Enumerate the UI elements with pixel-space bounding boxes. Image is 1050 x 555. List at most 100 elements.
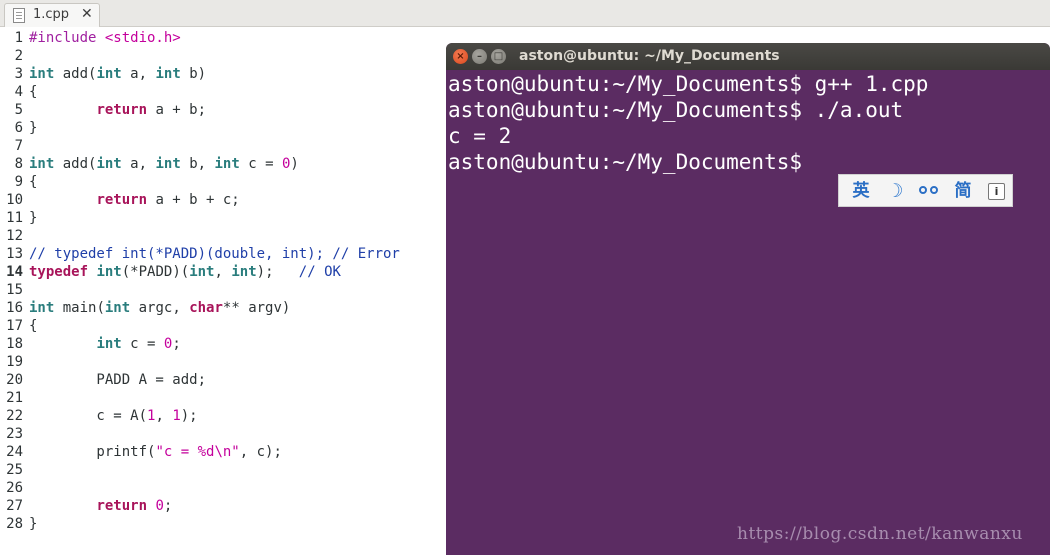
code-token: int	[29, 300, 55, 316]
code-line[interactable]: 12	[0, 227, 450, 245]
line-number: 11	[6, 210, 23, 226]
charset-toggle-button[interactable]: 简	[951, 179, 975, 203]
line-number: 8	[14, 156, 23, 172]
code-text: }	[29, 515, 37, 533]
code-text: return a + b;	[29, 101, 206, 119]
terminal-prompt-line[interactable]: aston@ubuntu:~/My_Documents$	[448, 149, 802, 175]
code-line[interactable]: 11}	[0, 209, 450, 227]
code-line[interactable]: 28}	[0, 515, 450, 533]
code-token: typedef	[29, 264, 89, 280]
line-number: 22	[6, 408, 23, 424]
code-line[interactable]: 6}	[0, 119, 450, 137]
code-token: c =	[121, 336, 164, 352]
code-token: ** argv)	[222, 300, 291, 316]
maximize-window-button[interactable]: □	[491, 49, 506, 64]
code-token: int	[155, 156, 181, 172]
crescent-moon-icon[interactable]: ☽	[883, 179, 907, 203]
tab-label: 1.cpp	[33, 7, 70, 22]
code-token: );	[256, 264, 299, 280]
code-line[interactable]: 14 typedef int(*PADD)(int, int); // OK	[0, 263, 450, 281]
code-token: add(	[54, 66, 97, 82]
code-token: int	[155, 66, 181, 82]
code-token: {	[29, 84, 38, 100]
tab-1-cpp[interactable]: 1.cpp ✕	[4, 3, 100, 27]
code-line[interactable]: 4{	[0, 83, 450, 101]
code-text: }	[29, 209, 37, 227]
code-text: int c = 0;	[29, 335, 180, 353]
code-token: int	[214, 156, 240, 172]
code-line[interactable]: 21	[0, 389, 450, 407]
code-line[interactable]: 24 printf("c = %d\n", c);	[0, 443, 450, 461]
code-text: // typedef int(*PADD)(double, int); // E…	[29, 245, 400, 263]
code-line[interactable]: 2	[0, 47, 450, 65]
code-line[interactable]: 8 int add(int a, int b, int c = 0)	[0, 155, 450, 173]
minimize-window-button[interactable]: –	[472, 49, 487, 64]
line-number: 18	[6, 336, 23, 352]
terminal-title: aston@ubuntu: ~/My_Documents	[519, 48, 780, 64]
code-line[interactable]: 17 {	[0, 317, 450, 335]
terminal-line: aston@ubuntu:~/My_Documents$ ./a.out	[448, 98, 904, 122]
line-number: 24	[6, 444, 23, 460]
close-tab-icon[interactable]: ✕	[81, 6, 93, 22]
code-line[interactable]: 22 c = A(1, 1);	[0, 407, 450, 425]
code-text: return 0;	[29, 497, 172, 515]
code-line[interactable]: 27 return 0;	[0, 497, 450, 515]
code-line[interactable]: 15	[0, 281, 450, 299]
code-token: // typedef int(*PADD)(double, int); // E…	[29, 246, 400, 262]
code-token: {	[29, 174, 38, 190]
line-number: 15	[6, 282, 23, 298]
code-token: int	[96, 66, 122, 82]
editor-tab-bar: 1.cpp ✕	[0, 0, 1050, 27]
code-token: c = A(	[29, 408, 148, 424]
code-token: );	[180, 408, 198, 424]
code-line[interactable]: 9{	[0, 173, 450, 191]
code-token: int	[96, 156, 122, 172]
code-line[interactable]: 1 #include <stdio.h>	[0, 29, 450, 47]
code-token: )	[290, 156, 299, 172]
code-token: a + b;	[147, 102, 207, 118]
line-number: 6	[14, 120, 23, 136]
code-token: return	[96, 498, 148, 514]
code-line[interactable]: 18 int c = 0;	[0, 335, 450, 353]
code-token: // OK	[298, 264, 341, 280]
info-icon[interactable]: i	[988, 183, 1005, 200]
code-token: ;	[163, 498, 173, 514]
code-token: <stdio.h>	[104, 30, 181, 46]
code-line[interactable]: 25	[0, 461, 450, 479]
code-line[interactable]: 10 return a + b + c;	[0, 191, 450, 209]
line-number: 27	[6, 498, 23, 514]
code-line[interactable]: 26	[0, 479, 450, 497]
code-text: int add(int a, int b, int c = 0)	[29, 155, 299, 173]
code-token: 0	[155, 498, 164, 514]
code-line[interactable]: 13 // typedef int(*PADD)(double, int); //…	[0, 245, 450, 263]
code-token: return	[96, 102, 148, 118]
language-toggle-button[interactable]: 英	[849, 179, 873, 203]
line-number: 14	[6, 264, 23, 280]
code-line[interactable]: 16 int main(int argc, char** argv)	[0, 299, 450, 317]
line-number: 28	[6, 516, 23, 532]
code-line[interactable]: 23	[0, 425, 450, 443]
code-line[interactable]: 7	[0, 137, 450, 155]
line-number: 2	[14, 48, 23, 64]
terminal-window[interactable]: × – □ aston@ubuntu: ~/My_Documents aston…	[446, 43, 1050, 555]
glasses-icon[interactable]	[919, 186, 943, 196]
code-text: printf("c = %d\n", c);	[29, 443, 281, 461]
line-number: 12	[6, 228, 23, 244]
code-line[interactable]: 3 int add(int a, int b)	[0, 65, 450, 83]
code-line[interactable]: 19	[0, 353, 450, 371]
code-line[interactable]: 5 return a + b;	[0, 101, 450, 119]
code-line[interactable]: 20 PADD A = add;	[0, 371, 450, 389]
code-token: int	[231, 264, 257, 280]
code-token: ,	[214, 264, 232, 280]
terminal-line: aston@ubuntu:~/My_Documents$ g++ 1.cpp	[448, 72, 929, 96]
code-text: c = A(1, 1);	[29, 407, 198, 425]
terminal-titlebar[interactable]: × – □ aston@ubuntu: ~/My_Documents	[446, 43, 1050, 70]
line-number: 1	[14, 30, 23, 46]
close-window-button[interactable]: ×	[453, 49, 468, 64]
line-number: 9	[14, 174, 23, 190]
code-token: int	[29, 156, 55, 172]
code-token: main(	[54, 300, 105, 316]
code-token: char	[189, 300, 223, 316]
code-token: add(	[54, 156, 97, 172]
